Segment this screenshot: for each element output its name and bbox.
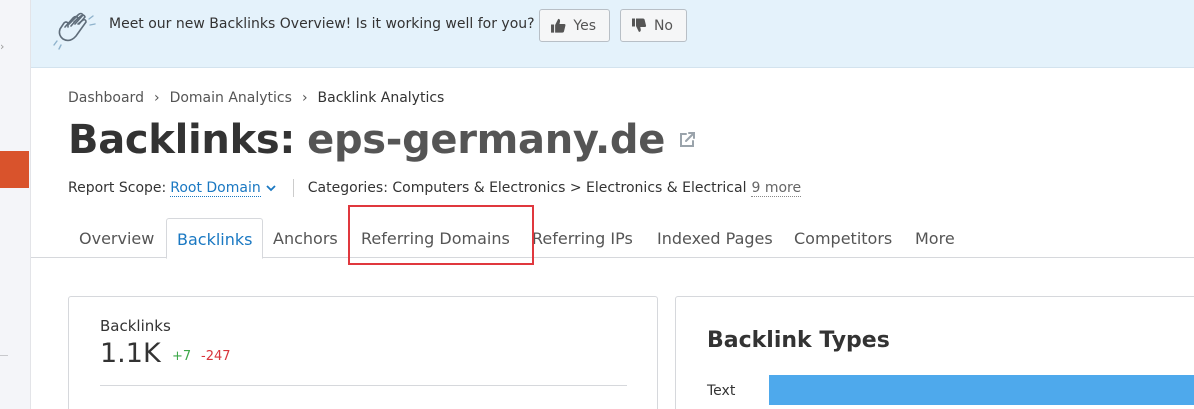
backlinks-metric-label: Backlinks	[100, 317, 171, 335]
tab-more[interactable]: More	[915, 218, 955, 258]
rail-divider	[0, 355, 8, 356]
backlink-type-bar[interactable]	[769, 375, 1194, 405]
chevron-right-icon: ›	[153, 90, 160, 106]
page-title: Backlinks: eps-germany.de	[68, 117, 697, 163]
backlink-type-label: Text	[707, 383, 736, 399]
chevron-down-icon[interactable]	[265, 182, 277, 194]
breadcrumb-current: Backlink Analytics	[317, 90, 445, 106]
title-prefix: Backlinks:	[68, 117, 296, 163]
waving-hand-icon	[53, 12, 96, 50]
referring-domains-highlight	[348, 205, 534, 265]
thumbs-down-icon	[631, 18, 647, 32]
left-sidebar-rail: ›	[0, 0, 31, 409]
categories-more-link[interactable]: 9 more	[751, 180, 802, 197]
backlinks-delta-new[interactable]: +7	[172, 349, 191, 364]
external-link-icon[interactable]	[677, 130, 697, 150]
rail-mark-icon: ›	[0, 40, 5, 53]
feedback-banner: Meet our new Backlinks Overview! Is it w…	[31, 0, 1194, 68]
yes-label: Yes	[573, 17, 596, 34]
feedback-yes-button[interactable]: Yes	[539, 9, 610, 42]
report-scope-label: Report Scope:	[68, 180, 167, 196]
feedback-no-button[interactable]: No	[620, 9, 687, 42]
breadcrumb-domain-analytics[interactable]: Domain Analytics	[170, 90, 292, 106]
tabs-bar: Overview Backlinks Anchors Referring Dom…	[31, 218, 1194, 259]
card-divider	[100, 385, 627, 386]
no-label: No	[653, 17, 673, 34]
scope-divider	[292, 179, 294, 197]
tab-indexed-pages[interactable]: Indexed Pages	[657, 218, 773, 258]
title-domain: eps-germany.de	[307, 117, 666, 163]
thumbs-up-icon	[551, 18, 566, 33]
tab-backlinks[interactable]: Backlinks	[166, 218, 264, 259]
backlink-types-card: Backlink Types Text	[675, 296, 1194, 409]
report-scope-dropdown[interactable]: Root Domain	[170, 180, 261, 197]
backlinks-delta-lost[interactable]: -247	[201, 349, 231, 364]
tab-anchors[interactable]: Anchors	[273, 218, 338, 258]
sidebar-active-item[interactable]	[0, 151, 29, 188]
backlinks-metric-value[interactable]: 1.1K	[100, 338, 161, 369]
banner-message: Meet our new Backlinks Overview! Is it w…	[109, 16, 535, 32]
breadcrumb: Dashboard › Domain Analytics › Backlink …	[68, 90, 444, 106]
tab-overview[interactable]: Overview	[79, 218, 154, 258]
report-scope-row: Report Scope: Root Domain Categories: Co…	[68, 179, 802, 197]
tab-competitors[interactable]: Competitors	[794, 218, 892, 258]
categories-text: Categories: Computers & Electronics > El…	[307, 180, 747, 196]
breadcrumb-dashboard[interactable]: Dashboard	[68, 90, 144, 106]
chevron-right-icon: ›	[301, 90, 308, 106]
backlink-types-title: Backlink Types	[707, 328, 890, 353]
tab-referring-ips[interactable]: Referring IPs	[532, 218, 633, 258]
backlinks-metric-card: Backlinks 1.1K +7 -247	[68, 296, 658, 409]
